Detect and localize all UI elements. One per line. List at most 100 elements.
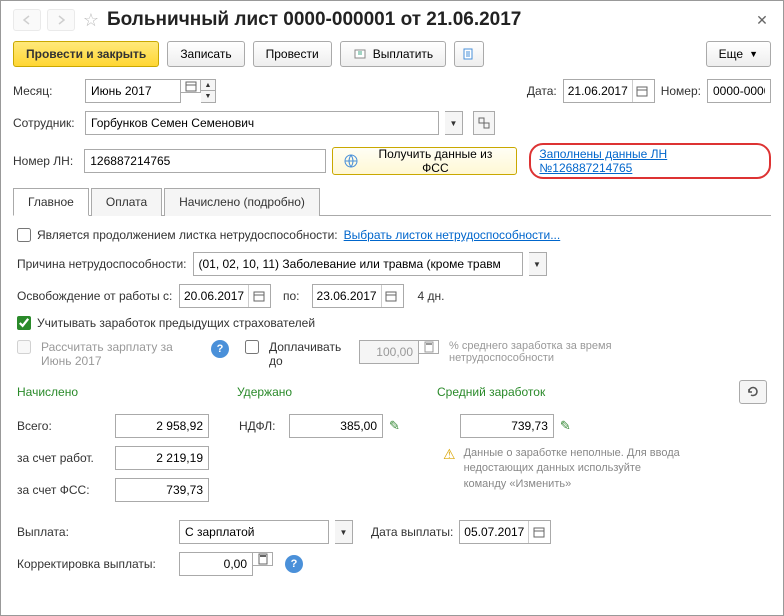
more-button[interactable]: Еще ▼: [706, 41, 771, 67]
globe-icon: [343, 153, 359, 169]
calculator-icon[interactable]: [419, 340, 439, 354]
ln-input[interactable]: [84, 149, 325, 173]
nav-back-button[interactable]: [13, 9, 41, 31]
employee-label: Сотрудник:: [13, 116, 79, 130]
employer-label: за счет работ.: [17, 451, 109, 465]
favorite-icon[interactable]: ☆: [81, 10, 101, 30]
recalc-label: Рассчитать зарплату за Июнь 2017: [41, 340, 201, 368]
number-input[interactable]: [707, 79, 771, 103]
total-input[interactable]: [115, 414, 209, 438]
tab-main[interactable]: Главное: [13, 188, 89, 216]
employee-input[interactable]: [85, 111, 439, 135]
total-label: Всего:: [17, 419, 109, 433]
payout-dropdown[interactable]: ▼: [335, 520, 353, 544]
fss-filled-link[interactable]: Заполнены данные ЛН №126887214765: [539, 147, 667, 175]
ln-label: Номер ЛН:: [13, 154, 78, 168]
number-label: Номер:: [661, 84, 701, 98]
pay-extra-checkbox[interactable]: [245, 340, 259, 354]
page-title: Больничный лист 0000-000001 от 21.06.201…: [107, 9, 521, 31]
recalc-checkbox: [17, 340, 31, 354]
write-button[interactable]: Записать: [167, 41, 244, 67]
date-input[interactable]: [563, 79, 655, 103]
date-to-input[interactable]: [312, 284, 404, 308]
refresh-button[interactable]: [739, 380, 767, 404]
employee-open-button[interactable]: [473, 111, 495, 135]
pay-extra-label: Доплачивать до: [269, 340, 349, 368]
reason-row: Причина нетрудоспособности: ▼: [17, 252, 767, 276]
correction-input[interactable]: [179, 552, 253, 576]
calculator-icon[interactable]: [253, 552, 273, 566]
totals-row: Всего: НДФЛ: ✎ ✎: [17, 414, 767, 438]
calendar-icon[interactable]: [381, 285, 401, 307]
tab-accrued[interactable]: Начислено (подробно): [164, 188, 320, 216]
month-input[interactable]: [85, 79, 181, 103]
post-and-close-button[interactable]: Провести и закрыть: [13, 41, 159, 67]
withheld-header: Удержано: [237, 385, 437, 399]
correction-label: Корректировка выплаты:: [17, 557, 173, 571]
fss-amount-input[interactable]: [115, 478, 209, 502]
accrued-header: Начислено: [17, 385, 237, 399]
month-date-row: Месяц: ▲▼ Дата: Номер:: [13, 79, 771, 103]
prev-insurers-label: Учитывать заработок предыдущих страховат…: [37, 316, 315, 330]
percent-note: % среднего заработка за время нетрудоспо…: [449, 340, 649, 364]
edit-ndfl-icon[interactable]: ✎: [389, 418, 400, 434]
calc-section: Начислено Удержано Средний заработок Все…: [17, 380, 767, 510]
select-sheet-link[interactable]: Выбрать листок нетрудоспособности...: [344, 228, 561, 242]
ndfl-input[interactable]: [289, 414, 383, 438]
ln-row: Номер ЛН: Получить данные из ФСС Заполне…: [13, 143, 771, 179]
payout-row: Выплата: ▼ Дата выплаты:: [17, 520, 767, 544]
month-spinner[interactable]: ▲▼: [201, 79, 216, 103]
payout-date-input[interactable]: [459, 520, 551, 544]
calendar-icon[interactable]: [528, 521, 548, 543]
continuation-label: Является продолжением листка нетрудоспос…: [37, 228, 338, 242]
document-window: ☆ Больничный лист 0000-000001 от 21.06.2…: [0, 0, 784, 616]
open-icon: [478, 117, 490, 129]
reason-dropdown[interactable]: ▼: [529, 252, 547, 276]
pay-icon: [353, 47, 367, 61]
calendar-icon[interactable]: [248, 285, 268, 307]
get-fss-button[interactable]: Получить данные из ФСС: [332, 147, 518, 175]
post-button[interactable]: Провести: [253, 41, 332, 67]
month-label: Месяц:: [13, 84, 79, 98]
payout-label: Выплата:: [17, 525, 173, 539]
prev-insurers-checkbox[interactable]: [17, 316, 31, 330]
release-row: Освобождение от работы с: по: 4 дн.: [17, 284, 767, 308]
calendar-icon[interactable]: [632, 80, 652, 102]
prev-insurers-row: Учитывать заработок предыдущих страховат…: [17, 316, 767, 330]
payout-input[interactable]: [179, 520, 329, 544]
date-label: Дата:: [527, 84, 557, 98]
close-button[interactable]: ✕: [753, 11, 771, 29]
pay-extra-input: [359, 340, 419, 364]
date-from-input[interactable]: [179, 284, 271, 308]
edit-avg-icon[interactable]: ✎: [560, 418, 571, 434]
nav-forward-button[interactable]: [47, 9, 75, 31]
fss-amount-label: за счет ФСС:: [17, 483, 109, 497]
refresh-icon: [746, 385, 760, 399]
pay-button[interactable]: Выплатить: [340, 41, 447, 67]
warning-text: Данные о заработке неполные. Для ввода н…: [464, 446, 684, 492]
employee-dropdown[interactable]: ▼: [445, 111, 463, 135]
reason-input[interactable]: [193, 252, 523, 276]
correction-row: Корректировка выплаты: ?: [17, 552, 767, 576]
tabs: Главное Оплата Начислено (подробно): [13, 187, 771, 216]
days-label: 4 дн.: [418, 289, 445, 303]
release-from-label: Освобождение от работы с:: [17, 289, 173, 303]
ndfl-label: НДФЛ:: [239, 419, 283, 433]
tab-content: Является продолжением листка нетрудоспос…: [13, 226, 771, 586]
payout-date-label: Дата выплаты:: [371, 525, 453, 539]
avg-header: Средний заработок: [437, 385, 545, 399]
avg-input[interactable]: [460, 414, 554, 438]
titlebar: ☆ Больничный лист 0000-000001 от 21.06.2…: [13, 9, 771, 31]
warning-icon: ⚠: [443, 446, 456, 463]
reason-label: Причина нетрудоспособности:: [17, 257, 187, 271]
attachments-button[interactable]: [454, 41, 484, 67]
continuation-row: Является продолжением листка нетрудоспос…: [17, 228, 767, 242]
help-icon[interactable]: ?: [285, 555, 303, 573]
fss-link-highlight: Заполнены данные ЛН №126887214765: [529, 143, 771, 179]
continuation-checkbox[interactable]: [17, 228, 31, 242]
tab-payment[interactable]: Оплата: [91, 188, 162, 216]
calendar-icon[interactable]: [181, 79, 201, 93]
help-icon[interactable]: ?: [211, 340, 229, 358]
employer-input[interactable]: [115, 446, 209, 470]
toolbar: Провести и закрыть Записать Провести Вып…: [13, 41, 771, 67]
